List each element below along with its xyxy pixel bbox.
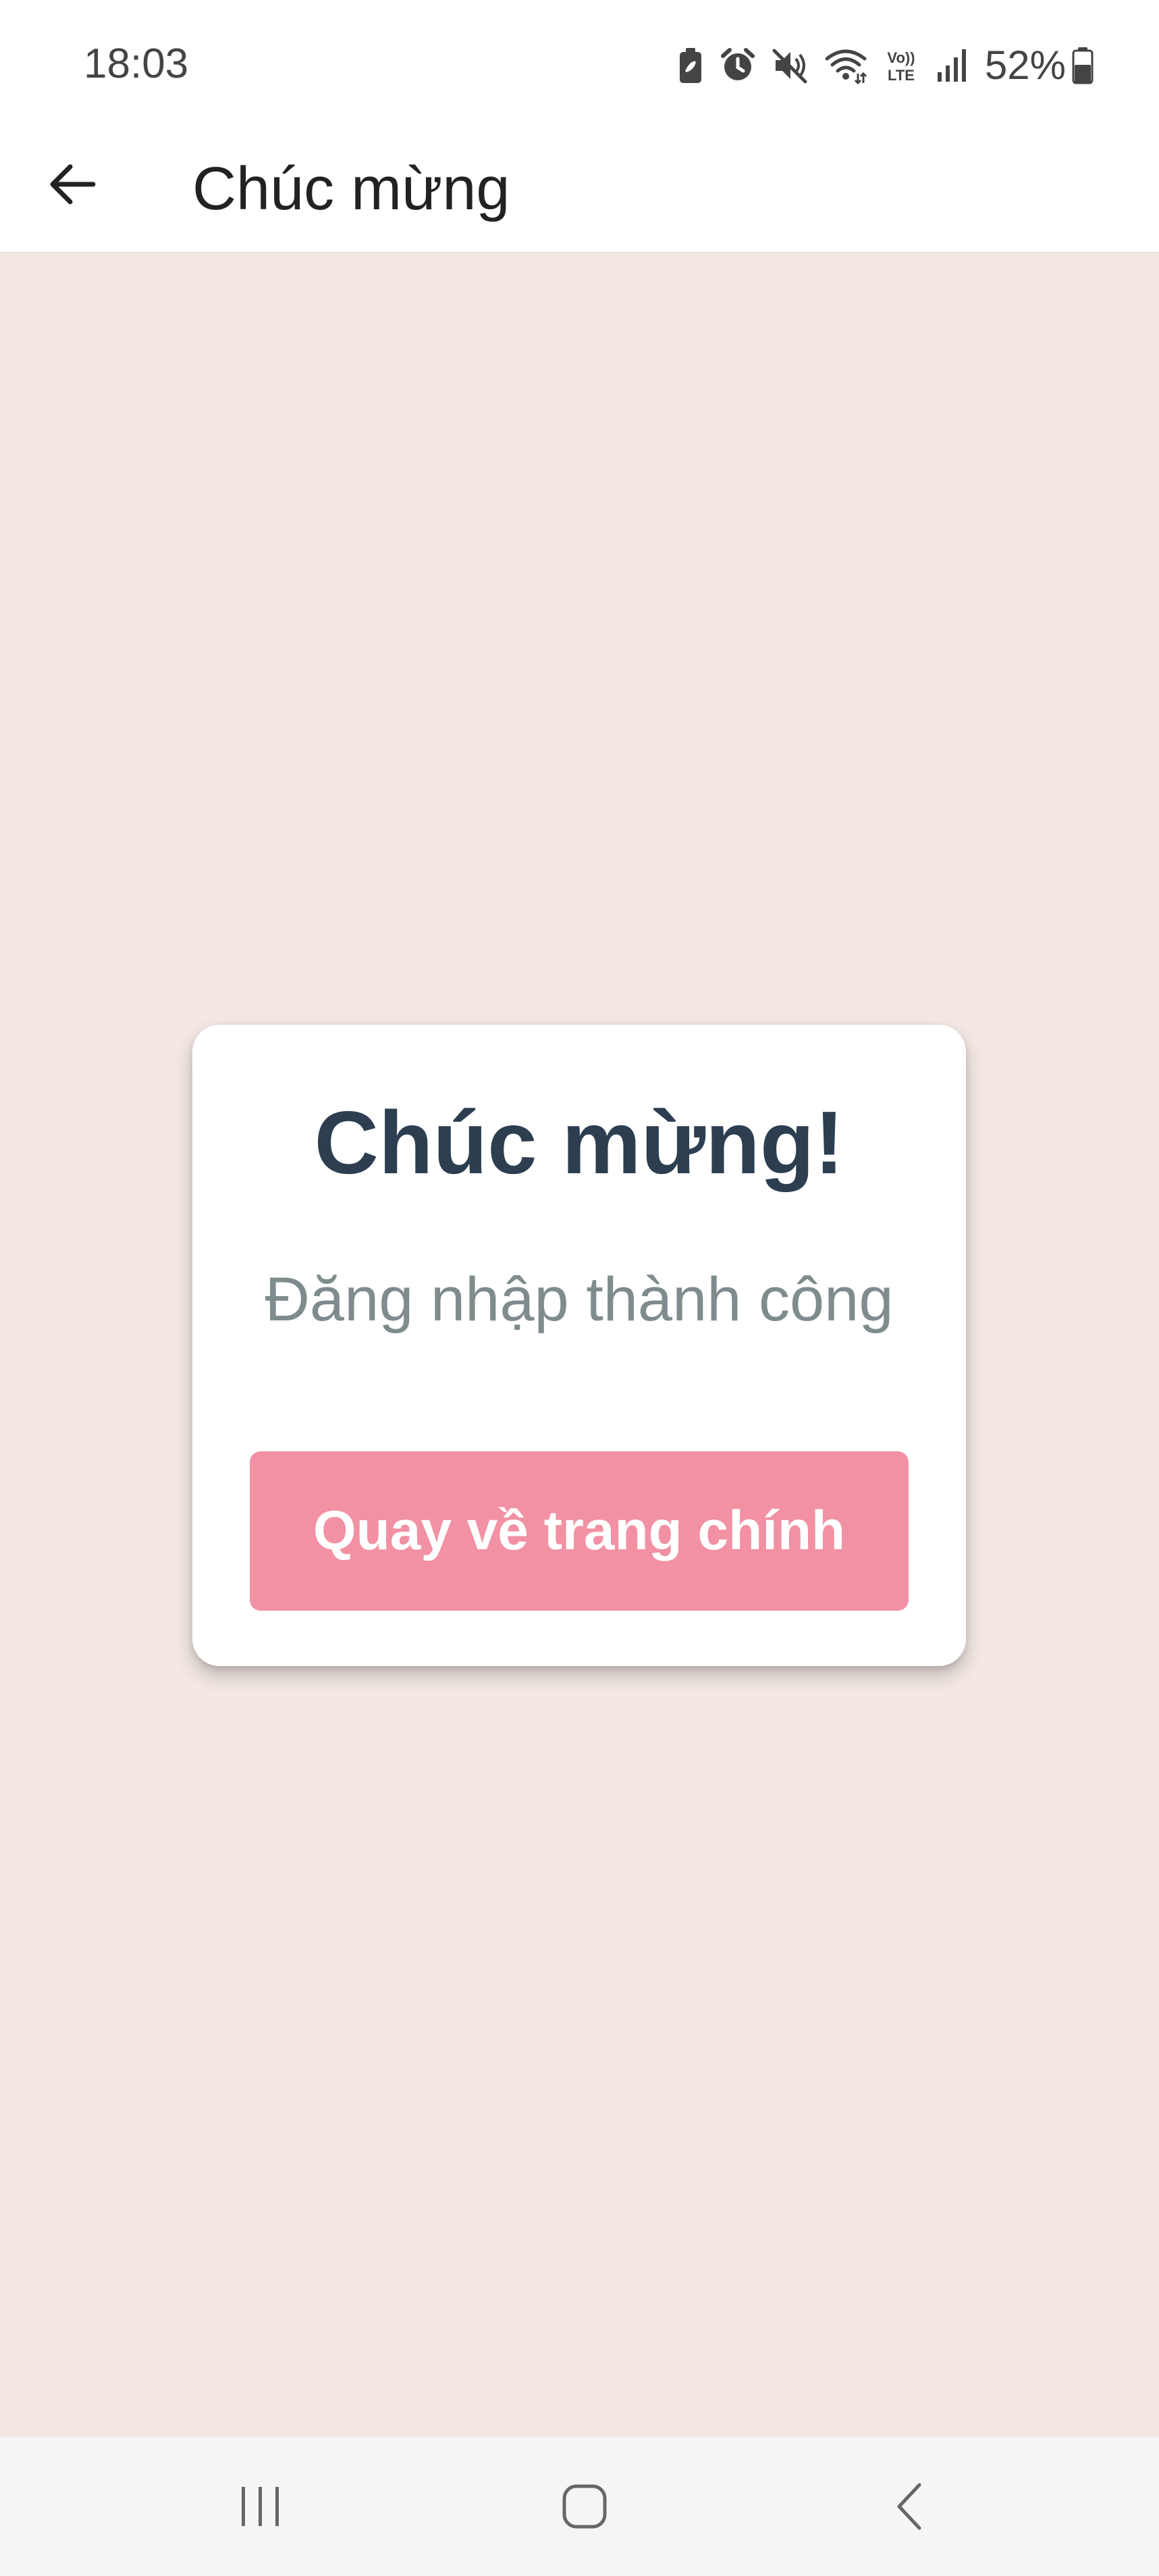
system-nav-bar — [0, 2437, 1159, 2576]
status-time: 18:03 — [84, 41, 189, 87]
arrow-left-icon — [50, 164, 96, 205]
back-icon — [897, 2483, 921, 2530]
back-nav-button[interactable] — [871, 2473, 952, 2540]
recent-apps-button[interactable] — [220, 2473, 301, 2540]
volte-label-top: Vo)) — [887, 49, 915, 66]
card-title: Chúc mừng! — [314, 1093, 844, 1192]
signal-icon — [935, 47, 970, 84]
status-bar: 18:03 Vo)) LTE 52% — [0, 0, 1159, 125]
recent-apps-icon — [242, 2487, 279, 2526]
home-nav-button[interactable] — [544, 2473, 625, 2540]
app-bar: Chúc mừng — [0, 125, 1159, 253]
mute-icon — [772, 47, 809, 84]
success-message: Đăng nhập thành công — [265, 1265, 894, 1334]
back-button[interactable] — [32, 144, 113, 225]
back-to-home-button[interactable]: Quay về trang chính — [250, 1451, 909, 1611]
battery-saver-icon — [677, 47, 704, 84]
home-icon — [562, 2484, 607, 2529]
wifi-icon — [824, 47, 867, 84]
volte-label-bottom: LTE — [888, 67, 915, 84]
volte-icon: Vo)) LTE — [882, 47, 920, 84]
battery-percent: 52% — [984, 43, 1066, 88]
alarm-icon — [719, 47, 757, 84]
battery-icon — [1071, 46, 1094, 85]
success-card: Chúc mừng! Đăng nhập thành công Quay về … — [192, 1025, 966, 1666]
status-icons: Vo)) LTE 52% — [677, 35, 1094, 96]
page-title: Chúc mừng — [192, 155, 510, 223]
